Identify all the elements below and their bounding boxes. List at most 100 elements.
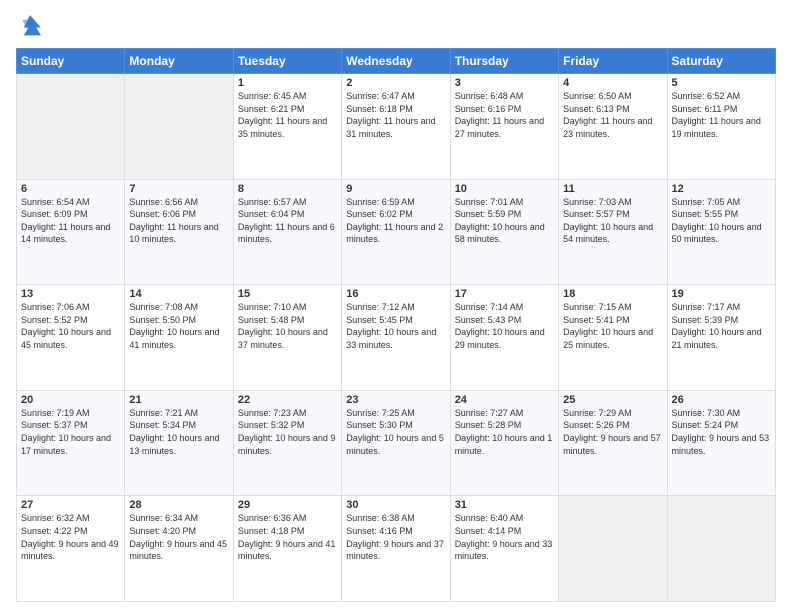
- calendar-cell: 24Sunrise: 7:27 AMSunset: 5:28 PMDayligh…: [450, 390, 558, 496]
- day-number: 28: [129, 499, 228, 511]
- calendar-week-row: 6Sunrise: 6:54 AMSunset: 6:09 PMDaylight…: [17, 179, 776, 285]
- cell-info: Sunrise: 6:50 AMSunset: 6:13 PMDaylight:…: [563, 90, 662, 140]
- calendar-cell: 13Sunrise: 7:06 AMSunset: 5:52 PMDayligh…: [17, 285, 125, 391]
- page-header: [16, 12, 776, 40]
- calendar-day-header: Thursday: [450, 49, 558, 74]
- calendar-day-header: Monday: [125, 49, 233, 74]
- day-number: 3: [455, 77, 554, 89]
- calendar-cell: 1Sunrise: 6:45 AMSunset: 6:21 PMDaylight…: [233, 74, 341, 180]
- day-number: 1: [238, 77, 337, 89]
- calendar-cell: 3Sunrise: 6:48 AMSunset: 6:16 PMDaylight…: [450, 74, 558, 180]
- calendar-day-header: Friday: [559, 49, 667, 74]
- cell-info: Sunrise: 6:36 AMSunset: 4:18 PMDaylight:…: [238, 512, 337, 562]
- day-number: 19: [672, 288, 771, 300]
- day-number: 18: [563, 288, 662, 300]
- calendar-cell: 25Sunrise: 7:29 AMSunset: 5:26 PMDayligh…: [559, 390, 667, 496]
- calendar-cell: 5Sunrise: 6:52 AMSunset: 6:11 PMDaylight…: [667, 74, 775, 180]
- calendar-cell: 31Sunrise: 6:40 AMSunset: 4:14 PMDayligh…: [450, 496, 558, 602]
- day-number: 11: [563, 183, 662, 195]
- calendar-cell: 10Sunrise: 7:01 AMSunset: 5:59 PMDayligh…: [450, 179, 558, 285]
- cell-info: Sunrise: 7:14 AMSunset: 5:43 PMDaylight:…: [455, 301, 554, 351]
- calendar-cell: 8Sunrise: 6:57 AMSunset: 6:04 PMDaylight…: [233, 179, 341, 285]
- calendar-cell: 21Sunrise: 7:21 AMSunset: 5:34 PMDayligh…: [125, 390, 233, 496]
- calendar-cell: 15Sunrise: 7:10 AMSunset: 5:48 PMDayligh…: [233, 285, 341, 391]
- cell-info: Sunrise: 7:21 AMSunset: 5:34 PMDaylight:…: [129, 407, 228, 457]
- calendar-week-row: 13Sunrise: 7:06 AMSunset: 5:52 PMDayligh…: [17, 285, 776, 391]
- calendar-day-header: Saturday: [667, 49, 775, 74]
- calendar-cell: 29Sunrise: 6:36 AMSunset: 4:18 PMDayligh…: [233, 496, 341, 602]
- cell-info: Sunrise: 6:45 AMSunset: 6:21 PMDaylight:…: [238, 90, 337, 140]
- cell-info: Sunrise: 7:08 AMSunset: 5:50 PMDaylight:…: [129, 301, 228, 351]
- cell-info: Sunrise: 6:48 AMSunset: 6:16 PMDaylight:…: [455, 90, 554, 140]
- cell-info: Sunrise: 7:03 AMSunset: 5:57 PMDaylight:…: [563, 196, 662, 246]
- day-number: 14: [129, 288, 228, 300]
- calendar-cell: 19Sunrise: 7:17 AMSunset: 5:39 PMDayligh…: [667, 285, 775, 391]
- day-number: 23: [346, 394, 445, 406]
- cell-info: Sunrise: 7:10 AMSunset: 5:48 PMDaylight:…: [238, 301, 337, 351]
- calendar-cell: 27Sunrise: 6:32 AMSunset: 4:22 PMDayligh…: [17, 496, 125, 602]
- cell-info: Sunrise: 7:30 AMSunset: 5:24 PMDaylight:…: [672, 407, 771, 457]
- cell-info: Sunrise: 6:32 AMSunset: 4:22 PMDaylight:…: [21, 512, 120, 562]
- calendar-cell: [667, 496, 775, 602]
- calendar-table: SundayMondayTuesdayWednesdayThursdayFrid…: [16, 48, 776, 602]
- cell-info: Sunrise: 7:05 AMSunset: 5:55 PMDaylight:…: [672, 196, 771, 246]
- calendar-cell: [17, 74, 125, 180]
- day-number: 30: [346, 499, 445, 511]
- day-number: 17: [455, 288, 554, 300]
- calendar-header: SundayMondayTuesdayWednesdayThursdayFrid…: [17, 49, 776, 74]
- day-number: 2: [346, 77, 445, 89]
- logo-icon: [16, 12, 44, 40]
- calendar-cell: 12Sunrise: 7:05 AMSunset: 5:55 PMDayligh…: [667, 179, 775, 285]
- cell-info: Sunrise: 7:29 AMSunset: 5:26 PMDaylight:…: [563, 407, 662, 457]
- cell-info: Sunrise: 7:25 AMSunset: 5:30 PMDaylight:…: [346, 407, 445, 457]
- cell-info: Sunrise: 6:40 AMSunset: 4:14 PMDaylight:…: [455, 512, 554, 562]
- calendar-cell: 23Sunrise: 7:25 AMSunset: 5:30 PMDayligh…: [342, 390, 450, 496]
- calendar-week-row: 1Sunrise: 6:45 AMSunset: 6:21 PMDaylight…: [17, 74, 776, 180]
- calendar-cell: 26Sunrise: 7:30 AMSunset: 5:24 PMDayligh…: [667, 390, 775, 496]
- cell-info: Sunrise: 6:47 AMSunset: 6:18 PMDaylight:…: [346, 90, 445, 140]
- calendar-cell: 16Sunrise: 7:12 AMSunset: 5:45 PMDayligh…: [342, 285, 450, 391]
- cell-info: Sunrise: 6:56 AMSunset: 6:06 PMDaylight:…: [129, 196, 228, 246]
- day-number: 13: [21, 288, 120, 300]
- day-number: 31: [455, 499, 554, 511]
- cell-info: Sunrise: 7:12 AMSunset: 5:45 PMDaylight:…: [346, 301, 445, 351]
- calendar-cell: 22Sunrise: 7:23 AMSunset: 5:32 PMDayligh…: [233, 390, 341, 496]
- calendar-day-header: Wednesday: [342, 49, 450, 74]
- day-number: 8: [238, 183, 337, 195]
- calendar-cell: 7Sunrise: 6:56 AMSunset: 6:06 PMDaylight…: [125, 179, 233, 285]
- calendar-header-row: SundayMondayTuesdayWednesdayThursdayFrid…: [17, 49, 776, 74]
- day-number: 25: [563, 394, 662, 406]
- calendar-cell: 28Sunrise: 6:34 AMSunset: 4:20 PMDayligh…: [125, 496, 233, 602]
- day-number: 6: [21, 183, 120, 195]
- day-number: 24: [455, 394, 554, 406]
- calendar-cell: 2Sunrise: 6:47 AMSunset: 6:18 PMDaylight…: [342, 74, 450, 180]
- cell-info: Sunrise: 7:17 AMSunset: 5:39 PMDaylight:…: [672, 301, 771, 351]
- cell-info: Sunrise: 7:06 AMSunset: 5:52 PMDaylight:…: [21, 301, 120, 351]
- calendar-day-header: Tuesday: [233, 49, 341, 74]
- day-number: 5: [672, 77, 771, 89]
- day-number: 21: [129, 394, 228, 406]
- calendar-cell: 20Sunrise: 7:19 AMSunset: 5:37 PMDayligh…: [17, 390, 125, 496]
- cell-info: Sunrise: 6:52 AMSunset: 6:11 PMDaylight:…: [672, 90, 771, 140]
- calendar-cell: 14Sunrise: 7:08 AMSunset: 5:50 PMDayligh…: [125, 285, 233, 391]
- calendar-day-header: Sunday: [17, 49, 125, 74]
- cell-info: Sunrise: 7:15 AMSunset: 5:41 PMDaylight:…: [563, 301, 662, 351]
- cell-info: Sunrise: 6:38 AMSunset: 4:16 PMDaylight:…: [346, 512, 445, 562]
- cell-info: Sunrise: 6:34 AMSunset: 4:20 PMDaylight:…: [129, 512, 228, 562]
- day-number: 26: [672, 394, 771, 406]
- calendar-cell: 6Sunrise: 6:54 AMSunset: 6:09 PMDaylight…: [17, 179, 125, 285]
- calendar-cell: 30Sunrise: 6:38 AMSunset: 4:16 PMDayligh…: [342, 496, 450, 602]
- day-number: 4: [563, 77, 662, 89]
- calendar-cell: 18Sunrise: 7:15 AMSunset: 5:41 PMDayligh…: [559, 285, 667, 391]
- calendar-cell: [559, 496, 667, 602]
- day-number: 10: [455, 183, 554, 195]
- cell-info: Sunrise: 7:01 AMSunset: 5:59 PMDaylight:…: [455, 196, 554, 246]
- calendar-body: 1Sunrise: 6:45 AMSunset: 6:21 PMDaylight…: [17, 74, 776, 602]
- day-number: 16: [346, 288, 445, 300]
- cell-info: Sunrise: 6:57 AMSunset: 6:04 PMDaylight:…: [238, 196, 337, 246]
- cell-info: Sunrise: 7:19 AMSunset: 5:37 PMDaylight:…: [21, 407, 120, 457]
- day-number: 27: [21, 499, 120, 511]
- calendar-cell: 9Sunrise: 6:59 AMSunset: 6:02 PMDaylight…: [342, 179, 450, 285]
- day-number: 9: [346, 183, 445, 195]
- day-number: 29: [238, 499, 337, 511]
